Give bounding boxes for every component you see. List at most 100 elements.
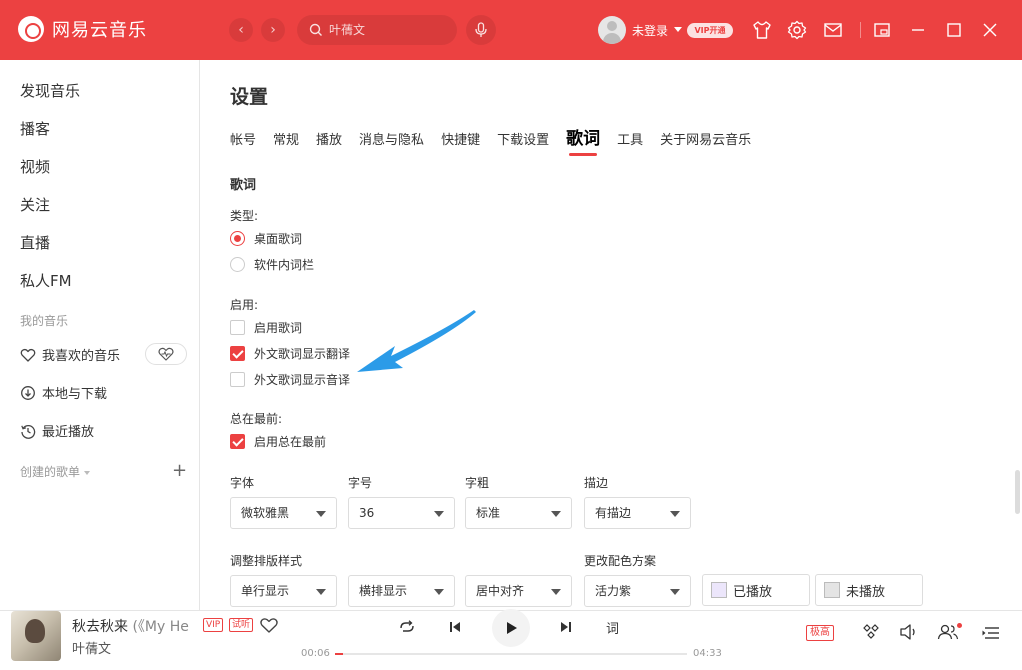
tab-about[interactable]: 关于网易云音乐 (660, 129, 751, 148)
play-mode-button[interactable] (397, 617, 417, 637)
messages-button[interactable] (821, 18, 845, 42)
stroke-select[interactable]: 有描边 (584, 497, 691, 529)
title-bar: 网易云音乐 ‹ › 未登录 VIP开通 (0, 0, 1022, 60)
play-button[interactable] (492, 609, 530, 647)
back-button[interactable]: ‹ (229, 18, 253, 42)
app-name: 网易云音乐 (52, 20, 147, 41)
sidebar-item-fm[interactable]: 私人FM (20, 270, 72, 291)
option-label: 桌面歌词 (254, 232, 303, 246)
search-input[interactable] (329, 23, 449, 37)
font-select[interactable]: 微软雅黑 (230, 497, 337, 529)
sidebar-item-video[interactable]: 视频 (20, 156, 50, 177)
album-cover[interactable] (11, 611, 61, 661)
tab-lyrics[interactable]: 歌词 (566, 124, 600, 156)
weight-select[interactable]: 标准 (465, 497, 572, 529)
radio-button[interactable] (230, 257, 245, 272)
sidebar-item-local-download[interactable]: 本地与下载 (20, 383, 107, 402)
chevron-right-icon: › (270, 22, 276, 38)
sidebar: 发现音乐 播客 视频 关注 直播 私人FM 我的音乐 我喜欢的音乐 本地与下载 … (0, 60, 200, 610)
artist-name[interactable]: 叶蒨文 (72, 638, 111, 657)
user-avatar[interactable] (598, 16, 626, 44)
tab-account[interactable]: 帐号 (230, 129, 256, 148)
checkbox-enable-lyrics[interactable]: 启用歌词 (230, 319, 302, 336)
app-logo[interactable]: 网易云音乐 (18, 16, 147, 42)
song-subtitle: (《My He (132, 619, 189, 635)
checkbox-show-transliteration[interactable]: 外文歌词显示音译 (230, 371, 350, 388)
vip-tag: VIP (203, 618, 224, 632)
tab-playback[interactable]: 播放 (316, 129, 342, 148)
sidebar-item-liked-music[interactable]: 我喜欢的音乐 (20, 345, 120, 364)
checkbox[interactable] (230, 434, 245, 449)
option-label: 启用歌词 (254, 321, 303, 335)
maximize-icon (947, 23, 961, 37)
forward-button[interactable]: › (261, 18, 285, 42)
settings-button[interactable] (785, 18, 809, 42)
quality-badge[interactable]: 极高 (806, 625, 834, 641)
song-name: 秋去秋来 (72, 619, 128, 635)
scrollbar-thumb[interactable] (1015, 470, 1020, 514)
vip-badge[interactable]: VIP开通 (687, 23, 733, 38)
tshirt-icon (753, 21, 771, 39)
heartbeat-icon (158, 347, 174, 361)
login-label[interactable]: 未登录 (632, 22, 668, 39)
checkbox[interactable] (230, 320, 245, 335)
sidebar-item-recent[interactable]: 最近播放 (20, 421, 94, 440)
line-mode-select[interactable]: 单行显示 (230, 575, 337, 607)
minimize-button[interactable] (906, 18, 930, 42)
color-scheme-label: 更改配色方案 (584, 554, 657, 568)
tab-messages-privacy[interactable]: 消息与隐私 (359, 129, 424, 148)
played-color-button[interactable]: 已播放 (702, 574, 810, 606)
netease-logo-icon (18, 16, 44, 42)
user-menu-caret-icon[interactable] (674, 27, 682, 32)
lyrics-button[interactable]: 词 (606, 618, 619, 637)
color-scheme-select[interactable]: 活力紫 (584, 575, 691, 607)
created-playlists-heading[interactable]: 创建的歌单 (20, 463, 91, 480)
heart-icon (260, 618, 278, 633)
playlist-button[interactable] (980, 622, 1002, 644)
option-label: 外文歌词显示翻译 (254, 347, 351, 361)
previous-button[interactable] (445, 617, 465, 637)
tab-shortcuts[interactable]: 快捷键 (441, 129, 480, 148)
next-button[interactable] (556, 617, 576, 637)
checkbox-always-on-top[interactable]: 启用总在最前 (230, 433, 326, 450)
radio-in-app-lyrics[interactable]: 软件内词栏 (230, 256, 314, 273)
sidebar-item-live[interactable]: 直播 (20, 232, 50, 253)
created-playlists-label: 创建的歌单 (20, 465, 81, 479)
volume-button[interactable] (898, 621, 920, 643)
always-on-top-label: 总在最前: (230, 412, 283, 426)
checkbox[interactable] (230, 346, 245, 361)
radio-desktop-lyrics[interactable]: 桌面歌词 (230, 230, 302, 247)
people-icon (937, 624, 959, 640)
unplayed-color-button[interactable]: 未播放 (815, 574, 923, 606)
tab-tools[interactable]: 工具 (617, 129, 643, 148)
sidebar-item-follow[interactable]: 关注 (20, 194, 50, 215)
sidebar-item-podcast[interactable]: 播客 (20, 118, 50, 139)
checkbox-show-translation[interactable]: 外文歌词显示翻译 (230, 345, 350, 362)
layout-label: 调整排版样式 (230, 554, 303, 568)
maximize-button[interactable] (942, 18, 966, 42)
sidebar-item-discover[interactable]: 发现音乐 (20, 80, 80, 101)
chevron-left-icon: ‹ (238, 22, 244, 38)
sound-effect-button[interactable] (860, 621, 882, 643)
tab-download[interactable]: 下载设置 (497, 129, 549, 148)
close-button[interactable] (978, 18, 1002, 42)
annotation-arrow-icon (357, 310, 476, 372)
search-box[interactable] (297, 15, 457, 45)
progress-bar[interactable] (335, 653, 687, 655)
like-button[interactable] (258, 614, 280, 636)
skin-button[interactable] (750, 18, 774, 42)
mini-mode-button[interactable] (870, 18, 894, 42)
align-select[interactable]: 居中对齐 (465, 575, 572, 607)
checkbox[interactable] (230, 372, 245, 387)
size-label: 字号 (348, 476, 373, 490)
heart-mode-button[interactable] (145, 343, 187, 365)
tab-general[interactable]: 常规 (273, 129, 299, 148)
song-title[interactable]: 秋去秋来 (《My He (72, 616, 189, 636)
next-icon (561, 622, 571, 632)
trial-tag: 试听 (229, 618, 254, 632)
direction-select[interactable]: 横排显示 (348, 575, 455, 607)
size-select[interactable]: 36 (348, 497, 455, 529)
radio-button[interactable] (230, 231, 245, 246)
voice-search-button[interactable] (466, 15, 496, 45)
add-playlist-button[interactable]: + (172, 460, 187, 481)
